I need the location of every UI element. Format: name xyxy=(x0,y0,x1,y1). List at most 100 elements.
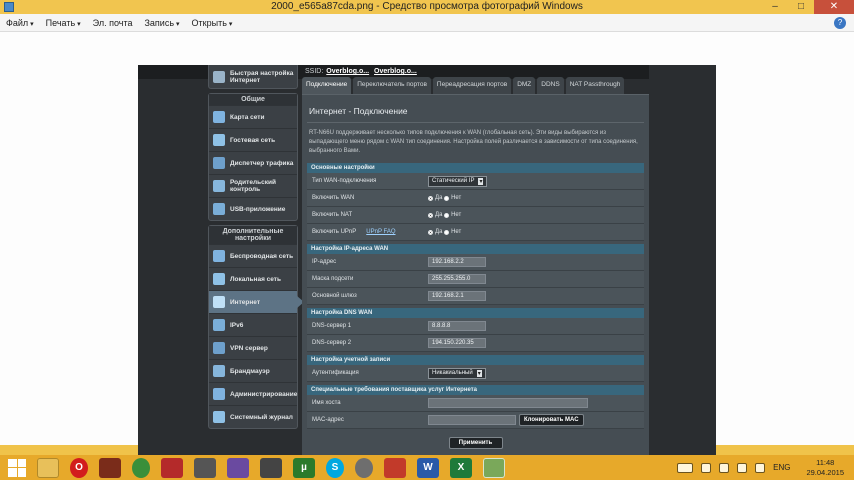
tab-port-forwarding[interactable]: Переадресация портов xyxy=(432,77,512,94)
tab-port-trigger[interactable]: Переключатель портов xyxy=(353,77,431,94)
sidebar-item-network-map[interactable]: Карта сети xyxy=(209,105,297,128)
start-button-icon[interactable] xyxy=(8,458,26,477)
minimize-button[interactable]: – xyxy=(762,0,788,14)
keyboard-icon[interactable] xyxy=(677,462,694,473)
enable-upnp-yes-radio[interactable] xyxy=(428,229,433,235)
upnp-faq-link[interactable]: UPnP FAQ xyxy=(366,229,395,235)
network-map-icon xyxy=(213,111,225,123)
sidebar-item-administration[interactable]: Администрирование xyxy=(209,382,297,405)
clock[interactable]: 11:48 29.04.2015 xyxy=(806,458,844,478)
utorrent-icon[interactable]: µ xyxy=(293,457,315,478)
wizard-icon xyxy=(213,70,225,83)
sidebar-item-lan[interactable]: Локальная сеть xyxy=(209,267,297,290)
sidebar-item-internet[interactable]: Интернет xyxy=(209,290,304,313)
hostname-row: Имя хоста xyxy=(307,395,644,412)
subnet-mask-input[interactable]: 255.255.255.0 xyxy=(428,274,486,284)
word-icon[interactable]: W xyxy=(417,457,439,478)
gateway-input[interactable]: 192.168.2.1 xyxy=(428,291,486,301)
maximize-button[interactable]: □ xyxy=(788,0,814,14)
wireless-icon xyxy=(213,250,225,262)
media-icon[interactable] xyxy=(227,457,249,478)
clone-mac-button[interactable]: Клонировать MAC xyxy=(519,414,584,426)
close-button[interactable]: ✕ xyxy=(814,0,854,14)
sidebar-item-wireless[interactable]: Беспроводная сеть xyxy=(209,244,297,267)
system-log-icon xyxy=(213,411,225,423)
section-isp: Специальные требования поставщика услуг … xyxy=(307,385,644,395)
administration-icon xyxy=(213,388,225,400)
dns1-input[interactable]: 8.8.8.8 xyxy=(428,321,486,331)
section-wan-ip: Настройка IP-адреса WAN xyxy=(307,244,644,254)
dns1-row: DNS-сервер 1 8.8.8.8 xyxy=(307,318,644,335)
enable-wan-no-radio[interactable] xyxy=(444,195,450,201)
wan-type-select[interactable]: Статический IP ▾ xyxy=(428,175,488,187)
gateway-row: Основной шлюз 192.168.2.1 xyxy=(307,288,644,305)
sidebar-item-system-log[interactable]: Системный журнал xyxy=(209,405,297,428)
window-controls: – □ ✕ xyxy=(762,0,854,14)
ip-address-input[interactable]: 192.168.2.2 xyxy=(428,257,486,267)
menu-open[interactable]: Открыть ▾ xyxy=(192,18,233,28)
app-icon-2[interactable] xyxy=(384,457,406,478)
advanced-block: Дополнительные настройки Беспроводная се… xyxy=(208,225,304,429)
sidebar-item-vpn[interactable]: VPN сервер xyxy=(209,336,297,359)
general-heading: Общие xyxy=(209,94,297,105)
game-icon[interactable] xyxy=(99,457,121,478)
lan-icon xyxy=(213,273,225,285)
browser-icon[interactable] xyxy=(355,457,373,478)
sidebar-item-parental-control[interactable]: Родительский контроль xyxy=(209,174,297,197)
globe-icon xyxy=(213,296,225,308)
sidebar-item-traffic-manager[interactable]: Диспетчер трафика xyxy=(209,151,297,174)
enable-wan-yes-radio[interactable] xyxy=(428,195,433,201)
enable-wan-row: Включить WAN Да Нет xyxy=(307,190,644,207)
notification-icon[interactable] xyxy=(701,462,712,473)
world-of-tanks-icon[interactable] xyxy=(194,457,216,478)
tab-connection[interactable]: Подключение xyxy=(302,77,352,94)
system-tray: ENG 11:48 29.04.2015 xyxy=(677,455,854,480)
page-title: Интернет - Подключение xyxy=(307,101,644,123)
excel-icon[interactable]: X xyxy=(450,457,472,478)
sidebar-item-usb-app[interactable]: USB-приложение xyxy=(209,197,297,220)
sidebar-item-ipv6[interactable]: IPv6 xyxy=(209,313,297,336)
network-icon[interactable] xyxy=(737,462,748,473)
wan-type-row: Тип WAN-подключения Статический IP ▾ xyxy=(307,173,644,190)
menu-email[interactable]: Эл. почта xyxy=(93,18,133,28)
enable-nat-yes-radio[interactable] xyxy=(428,212,433,218)
opera-icon[interactable]: O xyxy=(70,457,88,478)
dns2-row: DNS-сервер 2 194.150.220.35 xyxy=(307,335,644,352)
ssid-2[interactable]: Overblog.o... xyxy=(374,68,417,75)
section-account: Настройка учетной записи xyxy=(307,355,644,365)
sidebar-item-firewall[interactable]: Брандмауэр xyxy=(209,359,297,382)
tab-nat-passthrough[interactable]: NAT Passthrough xyxy=(565,77,625,94)
app-tray-icon[interactable] xyxy=(719,462,730,473)
usb-app-icon xyxy=(213,203,225,215)
sidebar-item-quick-setup[interactable]: Быстрая настройка Интернет xyxy=(209,65,297,88)
section-basic-settings: Основные настройки xyxy=(307,163,644,173)
dns2-input[interactable]: 194.150.220.35 xyxy=(428,338,486,348)
apply-button[interactable]: Применить xyxy=(448,437,503,449)
photo-viewer-taskbar-icon[interactable] xyxy=(483,457,505,478)
mac-address-input[interactable] xyxy=(428,415,516,425)
app-icon[interactable] xyxy=(161,457,183,478)
advanced-heading: Дополнительные настройки xyxy=(209,226,297,244)
explorer-icon[interactable] xyxy=(37,457,59,478)
wolf-icon[interactable] xyxy=(260,457,282,478)
chrome-icon[interactable] xyxy=(132,457,150,478)
firewall-icon xyxy=(213,365,225,377)
taskbar: O µ S W X ENG 11:48 29.04.2015 xyxy=(0,455,854,480)
help-icon[interactable]: ? xyxy=(834,17,846,29)
ssid-1[interactable]: Overblog.o... xyxy=(326,68,369,75)
menu-burn[interactable]: Запись ▾ xyxy=(144,18,179,28)
router-sidebar: Быстрая настройка Интернет Общие Карта с… xyxy=(208,65,304,475)
language-indicator[interactable]: ENG xyxy=(773,463,790,472)
tab-ddns[interactable]: DDNS xyxy=(537,77,564,94)
skype-icon[interactable]: S xyxy=(326,457,344,478)
tab-dmz[interactable]: DMZ xyxy=(513,77,536,94)
menu-file[interactable]: Файл ▾ xyxy=(6,18,34,28)
hostname-input[interactable] xyxy=(428,398,588,408)
quick-setup-block: Быстрая настройка Интернет xyxy=(208,65,298,89)
enable-upnp-no-radio[interactable] xyxy=(444,229,450,235)
enable-nat-no-radio[interactable] xyxy=(444,212,450,218)
volume-icon[interactable] xyxy=(755,462,766,473)
auth-select[interactable]: Никакиальный ▾ xyxy=(428,367,486,379)
sidebar-item-guest-network[interactable]: Гостевая сеть xyxy=(209,128,297,151)
menu-print[interactable]: Печать ▾ xyxy=(46,18,81,28)
